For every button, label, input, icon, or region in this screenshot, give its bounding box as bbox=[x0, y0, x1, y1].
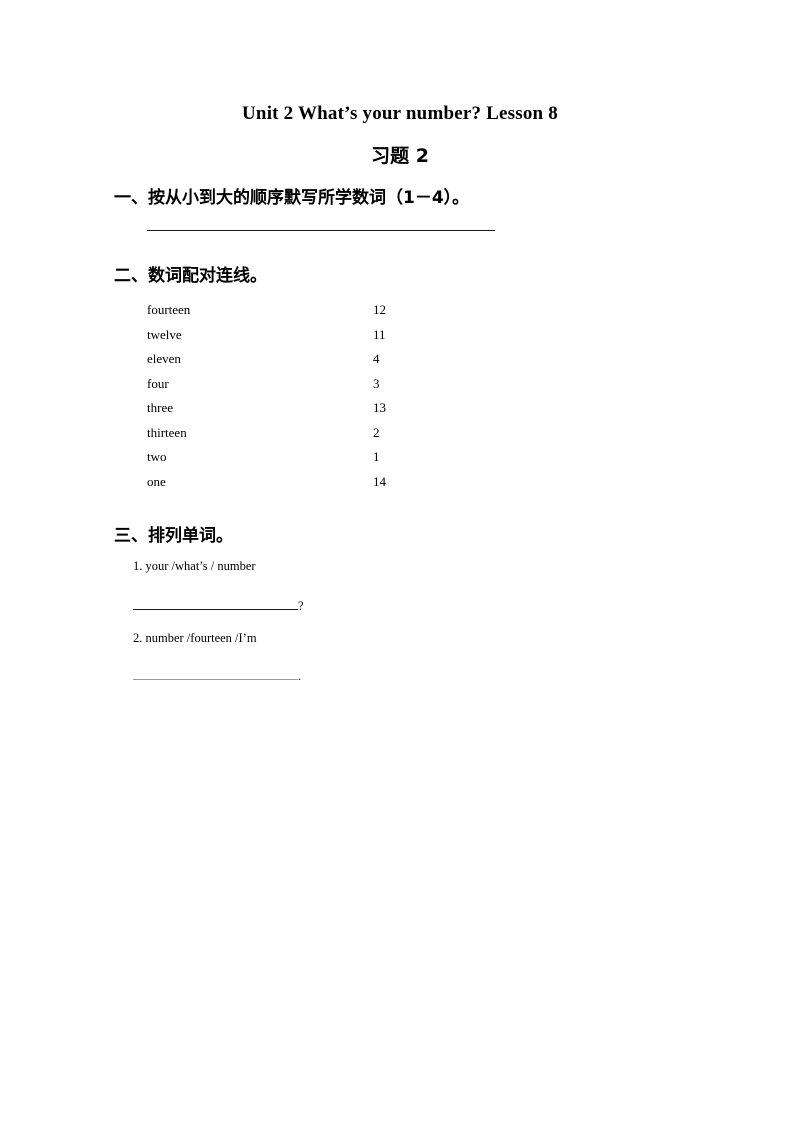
match-number[interactable]: 4 bbox=[373, 351, 380, 367]
match-number[interactable]: 2 bbox=[373, 425, 380, 441]
list-item: 2. number /fourteen /I’m . bbox=[133, 630, 393, 700]
section-3-heading: 三、排列单词。 bbox=[114, 526, 233, 546]
match-word[interactable]: one bbox=[147, 474, 166, 490]
matching-list: fourteen 12 twelve 11 eleven 4 four 3 th… bbox=[147, 302, 407, 498]
table-row: three 13 bbox=[147, 400, 407, 425]
section-1-heading: 一、按从小到大的顺序默写所学数词（1－4）。 bbox=[114, 188, 470, 208]
match-word[interactable]: two bbox=[147, 449, 167, 465]
ordering-answer-2: . bbox=[133, 669, 393, 700]
match-word[interactable]: eleven bbox=[147, 351, 181, 367]
table-row: eleven 4 bbox=[147, 351, 407, 376]
table-row: two 1 bbox=[147, 449, 407, 474]
table-row: four 3 bbox=[147, 376, 407, 401]
match-word[interactable]: three bbox=[147, 400, 173, 416]
table-row: fourteen 12 bbox=[147, 302, 407, 327]
match-word[interactable]: twelve bbox=[147, 327, 182, 343]
match-word[interactable]: fourteen bbox=[147, 302, 190, 318]
match-number[interactable]: 12 bbox=[373, 302, 386, 318]
page-title: Unit 2 What’s your number? Lesson 8 bbox=[242, 103, 558, 124]
match-number[interactable]: 14 bbox=[373, 474, 386, 490]
section-2-heading: 二、数词配对连线。 bbox=[114, 266, 267, 286]
match-word[interactable]: thirteen bbox=[147, 425, 187, 441]
ordering-punctuation-2: . bbox=[298, 669, 302, 683]
ordering-punctuation-1: ? bbox=[298, 599, 304, 613]
worksheet-page: Unit 2 What’s your number? Lesson 8 习题 2… bbox=[0, 0, 800, 1132]
match-number[interactable]: 3 bbox=[373, 376, 380, 392]
ordering-prompt-1: 1. your /what’s / number bbox=[133, 559, 256, 573]
match-number[interactable]: 1 bbox=[373, 449, 380, 465]
section-1-answer-line[interactable] bbox=[147, 230, 495, 231]
match-word[interactable]: four bbox=[147, 376, 169, 392]
page-subtitle: 习题 2 bbox=[371, 145, 429, 167]
list-item: 1. your /what’s / number ? bbox=[133, 558, 393, 630]
ordering-list: 1. your /what’s / number ? 2. number /fo… bbox=[133, 558, 393, 700]
table-row: thirteen 2 bbox=[147, 425, 407, 450]
ordering-answer-blank-2[interactable] bbox=[133, 679, 298, 680]
table-row: twelve 11 bbox=[147, 327, 407, 352]
ordering-answer-blank-1[interactable] bbox=[133, 609, 298, 610]
ordering-answer-1: ? bbox=[133, 599, 393, 630]
match-number[interactable]: 11 bbox=[373, 327, 386, 343]
ordering-prompt-2: 2. number /fourteen /I’m bbox=[133, 631, 257, 645]
match-number[interactable]: 13 bbox=[373, 400, 386, 416]
table-row: one 14 bbox=[147, 474, 407, 499]
